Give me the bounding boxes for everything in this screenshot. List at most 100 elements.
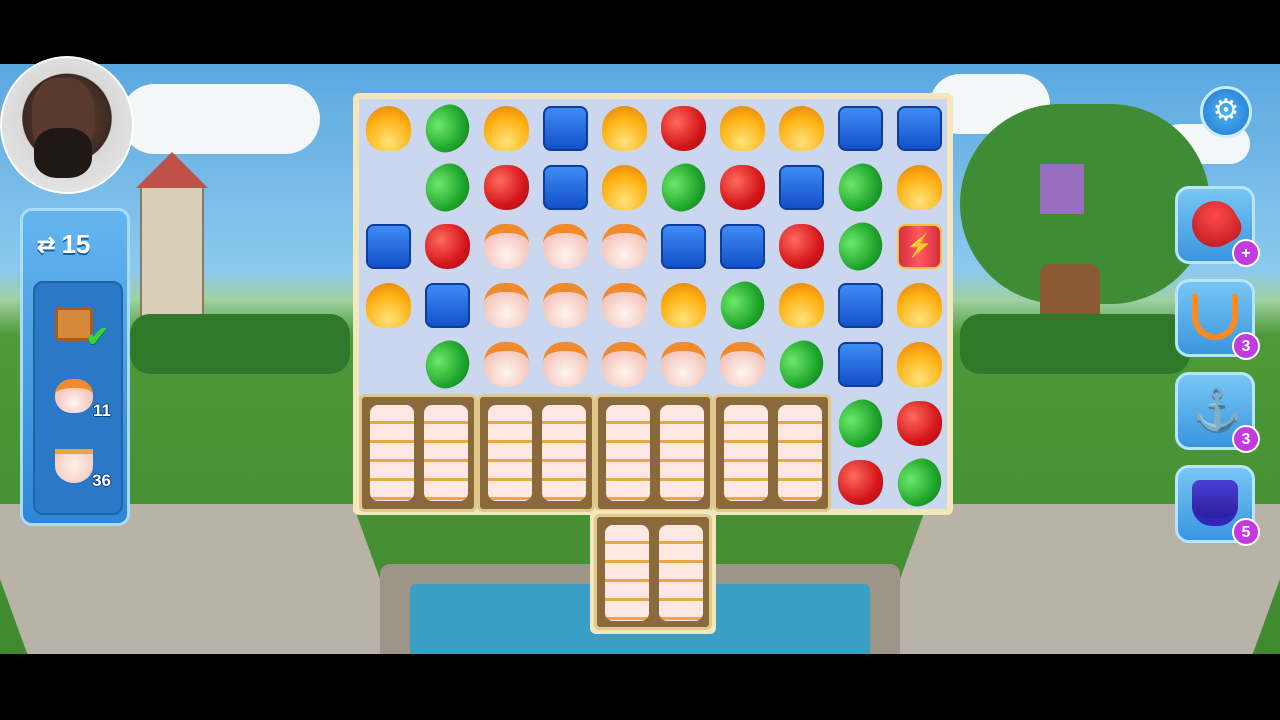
board-cell[interactable] bbox=[359, 99, 418, 158]
sugar-pot-icon bbox=[55, 379, 93, 413]
settings-button[interactable]: ⚙ bbox=[1200, 86, 1252, 138]
board-cell[interactable] bbox=[772, 276, 831, 335]
board-cell[interactable] bbox=[418, 276, 477, 335]
booster-badge: 5 bbox=[1232, 518, 1260, 546]
checkmark-icon: ✔ bbox=[85, 321, 109, 352]
shell-piece bbox=[897, 283, 942, 328]
pot-piece bbox=[661, 342, 706, 387]
board-cell[interactable] bbox=[595, 99, 654, 158]
board-cell[interactable] bbox=[536, 99, 595, 158]
board-cell[interactable] bbox=[890, 99, 949, 158]
board-cell[interactable] bbox=[830, 216, 891, 277]
board-cell[interactable] bbox=[477, 217, 536, 276]
board-extension bbox=[590, 510, 716, 634]
teacup-stack bbox=[724, 405, 768, 501]
board-cell[interactable] bbox=[417, 334, 478, 395]
shell-piece bbox=[366, 283, 411, 328]
booster-slingshot[interactable]: 3 bbox=[1175, 279, 1260, 360]
board-cell[interactable] bbox=[653, 157, 714, 218]
teacup-stack bbox=[605, 525, 649, 621]
board-cell[interactable] bbox=[595, 158, 654, 217]
swap-icon: ⇄ bbox=[37, 231, 56, 257]
board-cell[interactable] bbox=[890, 335, 949, 394]
booster-boxing-glove[interactable]: + bbox=[1175, 186, 1260, 267]
board-cell[interactable] bbox=[418, 217, 477, 276]
pot-piece bbox=[602, 224, 647, 269]
book-piece bbox=[425, 283, 470, 328]
anchor-icon: ⚓ bbox=[1192, 388, 1242, 432]
booster-magic-hat[interactable]: 5 bbox=[1175, 465, 1260, 546]
teacup-stack bbox=[660, 405, 704, 501]
pot-piece bbox=[543, 342, 588, 387]
bean-piece bbox=[889, 452, 950, 513]
board-cell[interactable] bbox=[831, 335, 890, 394]
shell-piece bbox=[779, 283, 824, 328]
board-cell[interactable] bbox=[713, 99, 772, 158]
bean-piece bbox=[830, 157, 891, 218]
board-cell[interactable] bbox=[772, 99, 831, 158]
book-piece bbox=[897, 106, 942, 151]
board-cell[interactable] bbox=[477, 276, 536, 335]
shell-piece bbox=[897, 165, 942, 210]
board-cell[interactable] bbox=[890, 276, 949, 335]
board-cell[interactable] bbox=[536, 276, 595, 335]
board-cell[interactable] bbox=[831, 453, 890, 512]
board-cell[interactable] bbox=[359, 276, 418, 335]
teacup-stack bbox=[542, 405, 586, 501]
pot-piece bbox=[602, 342, 647, 387]
pot-piece bbox=[484, 224, 529, 269]
board-cell[interactable] bbox=[831, 99, 890, 158]
pot-piece bbox=[720, 342, 765, 387]
pot-piece bbox=[602, 283, 647, 328]
board-cell[interactable] bbox=[713, 217, 772, 276]
board-cell[interactable] bbox=[359, 217, 418, 276]
board-cell[interactable] bbox=[654, 217, 713, 276]
teacup-icon bbox=[55, 449, 93, 483]
board-cell[interactable] bbox=[595, 335, 654, 394]
board-cell[interactable] bbox=[713, 335, 772, 394]
board-cell[interactable] bbox=[595, 217, 654, 276]
pot-piece bbox=[543, 224, 588, 269]
board-cell[interactable] bbox=[654, 99, 713, 158]
board-cell[interactable] bbox=[536, 335, 595, 394]
board-cell[interactable] bbox=[712, 275, 773, 336]
board-cell[interactable] bbox=[713, 158, 772, 217]
booster-anchor[interactable]: ⚓ 3 bbox=[1175, 372, 1260, 453]
hedge bbox=[130, 314, 350, 374]
board-cell[interactable] bbox=[772, 217, 831, 276]
board-cell[interactable] bbox=[889, 452, 950, 513]
teacup-stack bbox=[659, 525, 703, 621]
board-cell[interactable] bbox=[595, 276, 654, 335]
board-cell[interactable] bbox=[477, 158, 536, 217]
board-cell[interactable] bbox=[654, 276, 713, 335]
board-cell[interactable] bbox=[772, 158, 831, 217]
pot-piece bbox=[543, 283, 588, 328]
board-cell[interactable] bbox=[771, 334, 832, 395]
teacup-cupboard bbox=[713, 394, 831, 512]
board-cell[interactable] bbox=[654, 335, 713, 394]
board-cell[interactable] bbox=[830, 393, 891, 454]
board-cell[interactable] bbox=[830, 157, 891, 218]
board-cell[interactable] bbox=[477, 335, 536, 394]
board-cell[interactable] bbox=[831, 276, 890, 335]
teacup-stack bbox=[778, 405, 822, 501]
board-cell[interactable] bbox=[536, 158, 595, 217]
treehouse bbox=[1040, 164, 1084, 214]
board-cell[interactable] bbox=[890, 158, 949, 217]
bean-piece bbox=[417, 334, 478, 395]
board-cell[interactable] bbox=[417, 157, 478, 218]
shell-piece bbox=[602, 106, 647, 151]
book-piece bbox=[366, 224, 411, 269]
board-cell[interactable] bbox=[890, 394, 949, 453]
teacup-cupboard bbox=[595, 394, 713, 512]
board-cell[interactable] bbox=[477, 99, 536, 158]
teacup-stack bbox=[488, 405, 532, 501]
book-piece bbox=[838, 283, 883, 328]
booster-badge: 3 bbox=[1232, 332, 1260, 360]
apple-piece bbox=[661, 106, 706, 151]
bean-piece bbox=[653, 157, 714, 218]
board-cell[interactable] bbox=[536, 217, 595, 276]
teacup-cupboard bbox=[359, 394, 477, 512]
board-cell[interactable]: ⚡ bbox=[890, 217, 949, 276]
board-cell[interactable] bbox=[417, 98, 478, 159]
